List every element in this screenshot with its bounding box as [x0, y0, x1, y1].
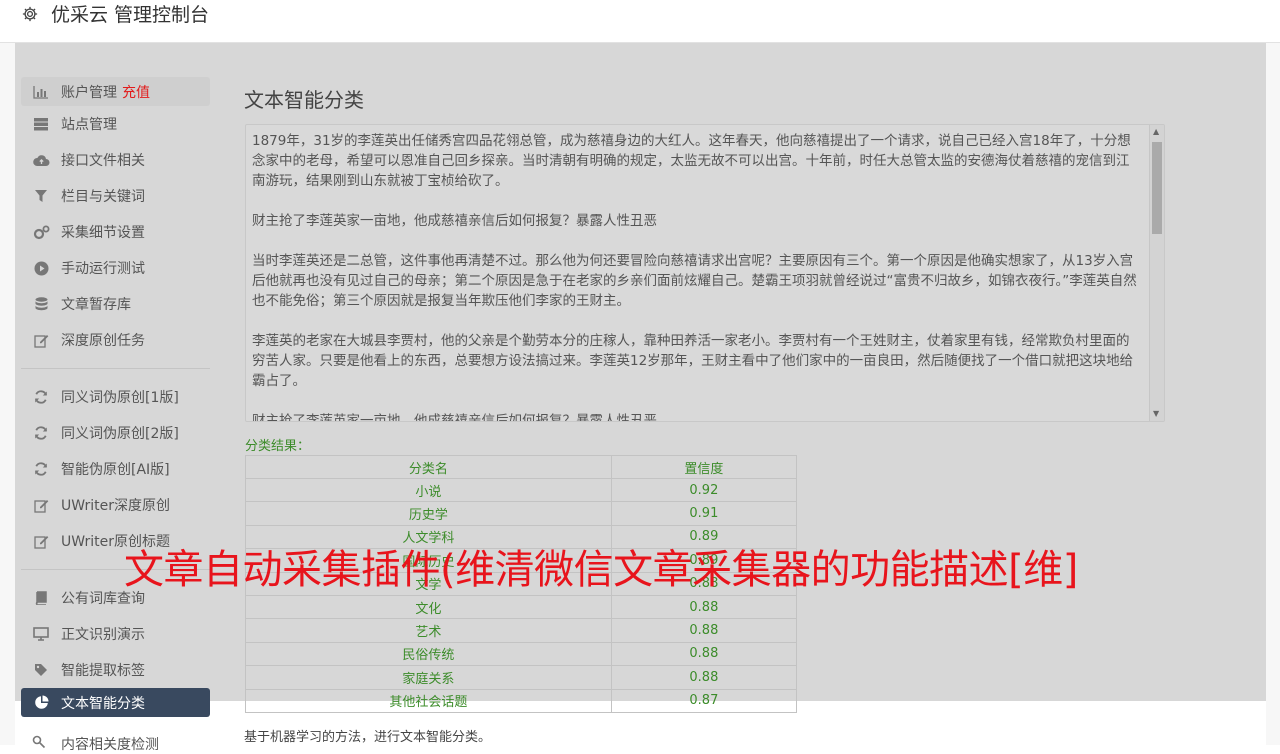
confidence-cell: 0.92	[610, 477, 798, 503]
category-cell: 其他社会话题	[245, 688, 612, 713]
database-icon	[32, 295, 50, 313]
article-paragraph: 李莲英的老家在大城县李贾村，他的父亲是个勤劳本分的庄稼人，靠种田养活一家老小。李…	[252, 333, 1134, 389]
sidebar-item-label: 接口文件相关	[61, 153, 145, 169]
confidence-cell: 0.88	[610, 641, 798, 667]
scroll-up-arrow-icon[interactable]: ▲	[1153, 128, 1159, 136]
article-textarea[interactable]: 1879年，31岁的李莲英出任储秀宫四品花翎总管，成为慈禧身边的大红人。这年春天…	[245, 124, 1165, 422]
sidebar-item-interface[interactable]: 接口文件相关	[21, 142, 210, 178]
table-header-row: 分类名 置信度	[245, 455, 798, 479]
sidebar-item-label: 账户管理	[61, 84, 117, 101]
left-gutter	[0, 43, 15, 745]
table-row: 文化 0.88	[245, 594, 798, 620]
sidebar-item-label: 手动运行测试	[61, 261, 145, 277]
sidebar-item-label: 同义词伪原创[1版]	[61, 390, 179, 406]
cloud-upload-icon	[32, 151, 50, 169]
table-row: 家庭关系 0.88	[245, 665, 798, 690]
bar-chart-icon	[32, 83, 50, 101]
sidebar-item-relevance[interactable]: 内容相关度检测	[32, 734, 159, 754]
article-content: 1879年，31岁的李莲英出任储秀宫四品花翎总管，成为慈禧身边的大红人。这年春天…	[252, 131, 1142, 422]
sidebar-item-synonym-v1[interactable]: 同义词伪原创[1版]	[21, 379, 210, 415]
server-icon	[32, 115, 50, 133]
table-row: 艺术 0.88	[245, 618, 798, 643]
sidebar-item-sites[interactable]: 站点管理	[21, 106, 210, 142]
result-label: 分类结果：	[245, 439, 311, 454]
sidebar-nav: 账户管理 充值 站点管理 接口文件相关 栏目与关键词 采集细节设置 手动运行测试	[21, 77, 210, 717]
sidebar-item-label: 栏目与关键词	[61, 189, 145, 205]
sidebar-item-collect-settings[interactable]: 采集细节设置	[21, 214, 210, 250]
tag-icon	[32, 661, 50, 679]
app-title: 优采云 管理控制台	[51, 4, 210, 26]
category-cell: 小说	[245, 477, 612, 503]
desktop-icon	[32, 625, 50, 643]
refresh-icon	[32, 460, 50, 478]
sidebar-item-label: 正文识别演示	[61, 627, 145, 643]
sidebar-item-label: 智能提取标签	[61, 663, 145, 679]
sidebar-item-label: UWriter深度原创	[61, 498, 170, 514]
sidebar-item-label: 文本智能分类	[61, 695, 145, 712]
top-bar: 优采云 管理控制台	[0, 0, 1280, 43]
cogs-icon	[32, 223, 50, 241]
category-cell: 民俗传统	[245, 641, 612, 667]
edit-icon	[32, 532, 50, 550]
confidence-cell: 0.87	[610, 688, 798, 713]
sidebar-item-account[interactable]: 账户管理 充值	[21, 77, 210, 106]
edit-icon	[32, 331, 50, 349]
key-icon	[32, 735, 50, 753]
play-circle-icon	[32, 259, 50, 277]
refresh-icon	[32, 424, 50, 442]
textarea-scrollbar[interactable]: ▲ ▼	[1149, 125, 1164, 421]
sidebar-item-text-classify[interactable]: 文本智能分类	[21, 688, 210, 717]
sidebar-divider	[21, 368, 210, 369]
table-row: 民俗传统 0.88	[245, 641, 798, 667]
table-row: 小说 0.92	[245, 477, 798, 503]
column-header-confidence: 置信度	[610, 455, 798, 479]
sidebar-item-article-store[interactable]: 文章暂存库	[21, 286, 210, 322]
sidebar-item-label: 内容相关度检测	[61, 737, 159, 753]
category-cell: 历史学	[245, 501, 612, 526]
sidebar-item-label: 智能伪原创[AI版]	[61, 462, 170, 478]
page-title: 文本智能分类	[244, 88, 364, 112]
right-gutter	[1266, 43, 1280, 745]
table-row: 历史学 0.91	[245, 501, 798, 526]
sidebar-item-label: 文章暂存库	[61, 297, 131, 313]
article-paragraph: 财主抢了李莲英家一亩地，他成慈禧亲信后如何报复？暴露人性丑恶	[252, 413, 657, 422]
confidence-cell: 0.88	[610, 665, 798, 690]
sidebar-item-deep-original[interactable]: 深度原创任务	[21, 322, 210, 358]
article-paragraph: 1879年，31岁的李莲英出任储秀宫四品花翎总管，成为慈禧身边的大红人。这年春天…	[252, 133, 1131, 189]
sidebar-item-manual-run[interactable]: 手动运行测试	[21, 250, 210, 286]
category-cell: 家庭关系	[245, 665, 612, 690]
sidebar-item-label: 采集细节设置	[61, 225, 145, 241]
edit-icon	[32, 496, 50, 514]
confidence-cell: 0.91	[610, 501, 798, 526]
column-header-category: 分类名	[245, 455, 612, 479]
category-cell: 艺术	[245, 618, 612, 643]
pie-chart-icon	[32, 694, 50, 712]
article-paragraph: 当时李莲英还是二总管，这件事他再清楚不过。那么他为何还要冒险向慈禧请求出宫呢？主…	[252, 253, 1137, 309]
sidebar-item-synonym-v2[interactable]: 同义词伪原创[2版]	[21, 415, 210, 451]
sidebar-item-label: 深度原创任务	[61, 333, 145, 349]
refresh-icon	[32, 388, 50, 406]
sidebar-item-keywords[interactable]: 栏目与关键词	[21, 178, 210, 214]
sidebar-item-ai-rewrite[interactable]: 智能伪原创[AI版]	[21, 451, 210, 487]
sidebar-item-label: 同义词伪原创[2版]	[61, 426, 179, 442]
confidence-cell: 0.88	[610, 594, 798, 620]
description-text: 基于机器学习的方法，进行文本智能分类。	[244, 730, 492, 745]
sidebar-item-uwriter-deep[interactable]: UWriter深度原创	[21, 487, 210, 523]
scrollbar-thumb[interactable]	[1152, 142, 1162, 234]
book-icon	[32, 589, 50, 607]
category-cell: 文化	[245, 594, 612, 620]
article-paragraph: 财主抢了李莲英家一亩地，他成慈禧亲信后如何报复？暴露人性丑恶	[252, 213, 657, 229]
watermark-overlay-text: 文章自动采集插件(维清微信文章采集器的功能描述[维]	[124, 547, 1078, 593]
sidebar-item-label: 站点管理	[61, 117, 117, 133]
sidebar-item-text-recognition[interactable]: 正文识别演示	[21, 616, 210, 652]
scroll-down-arrow-icon[interactable]: ▼	[1153, 410, 1159, 418]
sidebar-item-extract-tags[interactable]: 智能提取标签	[21, 652, 210, 688]
recharge-link[interactable]: 充值	[122, 82, 150, 102]
filter-icon	[32, 187, 50, 205]
gear-icon	[22, 6, 38, 22]
confidence-cell: 0.88	[610, 618, 798, 643]
table-row: 其他社会话题 0.87	[245, 688, 798, 713]
